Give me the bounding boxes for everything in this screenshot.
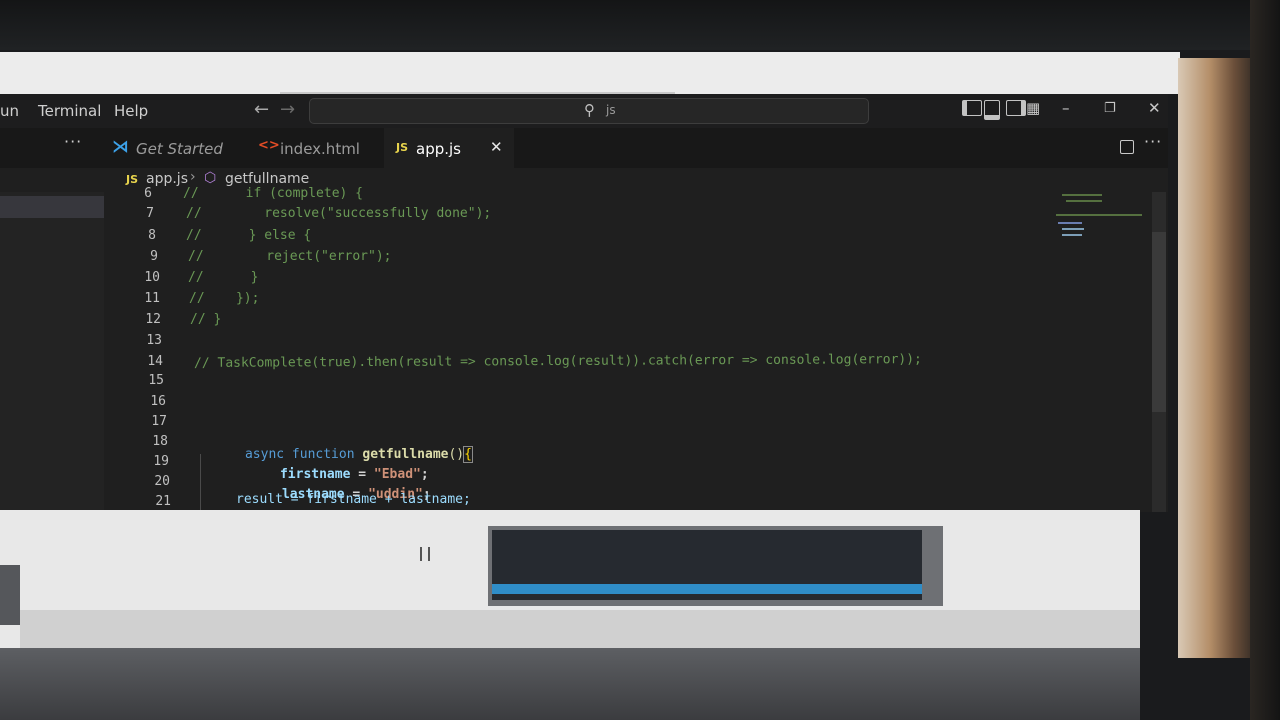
command-center-search[interactable]: ⚲ js — [309, 98, 869, 124]
explorer-panel — [0, 192, 104, 512]
title-bar: un Terminal Help ← → ⚲ js ▦ – ❐ ✕ — [0, 94, 1168, 128]
toggle-secondary-sidebar-icon[interactable] — [1006, 100, 1026, 116]
restore-icon[interactable]: ❐ — [1104, 101, 1116, 116]
code-line-15: // TaskComplete(true).then(result => con… — [193, 352, 922, 371]
background-window-strip — [0, 52, 1180, 94]
code-line-19: firstname = "Ebad"; — [233, 452, 429, 482]
scrollbar-thumb[interactable] — [1152, 232, 1166, 412]
vscode-window: un Terminal Help ← → ⚲ js ▦ – ❐ ✕ ··· ⋊ … — [0, 94, 1168, 512]
search-text: js — [606, 103, 616, 117]
code-line-21: result = firstname + lastname; — [236, 492, 471, 507]
menu-run[interactable]: un — [0, 102, 19, 120]
line-number: 11 — [144, 291, 160, 306]
line-number: 8 — [148, 228, 156, 243]
breadcrumb-file[interactable]: app.js — [146, 171, 188, 187]
line-number: 7 — [146, 206, 154, 221]
code-line-10: // } — [188, 270, 259, 285]
tab-label: Get Started — [136, 140, 223, 158]
selected-explorer-item[interactable] — [0, 196, 104, 218]
search-icon: ⚲ — [584, 101, 595, 119]
brace-token: { — [463, 446, 473, 463]
code-line-7: // resolve("successfully done"); — [186, 206, 492, 221]
line-number: 12 — [145, 312, 161, 327]
tab-index-html[interactable]: <> index.html — [250, 128, 384, 168]
js-icon: JS — [396, 141, 409, 154]
line-number: 14 — [147, 354, 163, 369]
vscode-icon: ⋊ — [112, 137, 129, 157]
preview-status-bar — [492, 584, 922, 594]
window-preview-thumbnail[interactable] — [488, 526, 943, 606]
background-window-footer — [20, 610, 1140, 650]
tab-label: app.js — [416, 140, 461, 158]
menu-help[interactable]: Help — [114, 102, 148, 120]
paren-token: () — [448, 447, 465, 462]
toggle-panel-icon[interactable] — [984, 100, 1000, 120]
vertical-scrollbar[interactable] — [1152, 192, 1166, 512]
editor-more-actions-icon[interactable]: ··· — [1144, 132, 1162, 151]
line-number: 9 — [150, 249, 158, 264]
close-tab-icon[interactable]: ✕ — [490, 138, 503, 156]
line-number: 13 — [146, 333, 162, 348]
background-window-shadow — [0, 565, 20, 625]
js-icon: JS — [126, 173, 139, 186]
method-symbol-icon: ⬡ — [204, 170, 217, 186]
minimap[interactable] — [1052, 192, 1152, 252]
line-number: 16 — [150, 394, 166, 409]
customize-layout-icon[interactable]: ▦ — [1026, 99, 1040, 117]
close-window-icon[interactable]: ✕ — [1148, 99, 1161, 117]
forward-arrow-icon[interactable]: → — [280, 99, 295, 120]
text-cursor-icon — [420, 547, 430, 561]
minimize-icon[interactable]: – — [1062, 99, 1070, 117]
code-line-9: // reject("error"); — [188, 249, 392, 264]
line-number: 10 — [144, 270, 160, 285]
editor-tab-bar: ··· ⋊ Get Started <> index.html JS app.j… — [0, 128, 1168, 168]
code-line-12: // } — [190, 312, 222, 327]
more-actions-icon[interactable]: ··· — [64, 132, 82, 151]
breadcrumb-symbol[interactable]: getfullname — [225, 171, 309, 187]
chevron-right-icon: › — [190, 169, 196, 185]
line-number: 20 — [154, 474, 170, 489]
line-number: 17 — [151, 414, 167, 429]
code-line-8: // } else { — [186, 228, 312, 243]
breadcrumb: JS app.js › ⬡ getfullname — [0, 168, 1168, 192]
menu-terminal[interactable]: Terminal — [38, 102, 101, 120]
monitor-bezel-top — [0, 0, 1280, 50]
line-number: 19 — [153, 454, 169, 469]
code-line-20: lastname = "uddin"; — [235, 472, 431, 502]
tab-get-started[interactable]: ⋊ Get Started — [104, 128, 244, 168]
tab-label: index.html — [280, 140, 360, 158]
code-editor[interactable]: 6 7 8 9 10 11 12 13 14 15 16 17 18 19 20… — [0, 186, 1168, 512]
taskbar-area — [0, 648, 1140, 720]
indent-guide — [200, 454, 201, 512]
line-number: 21 — [155, 494, 171, 509]
tab-app-js[interactable]: JS app.js ✕ — [384, 128, 514, 168]
line-number: 18 — [152, 434, 168, 449]
code-line-11: // }); — [189, 291, 260, 306]
back-arrow-icon[interactable]: ← — [254, 99, 269, 120]
split-editor-icon[interactable] — [1120, 140, 1134, 154]
monitor-bezel-right — [1250, 0, 1280, 720]
code-line-18: async function getfullname(){ — [198, 432, 473, 463]
toggle-primary-sidebar-icon[interactable] — [962, 100, 982, 116]
room-background — [1178, 58, 1258, 658]
line-number: 15 — [148, 373, 164, 388]
code-line-6: // if (complete) { — [183, 186, 364, 201]
line-number: 6 — [144, 186, 152, 201]
html-icon: <> — [258, 138, 280, 153]
